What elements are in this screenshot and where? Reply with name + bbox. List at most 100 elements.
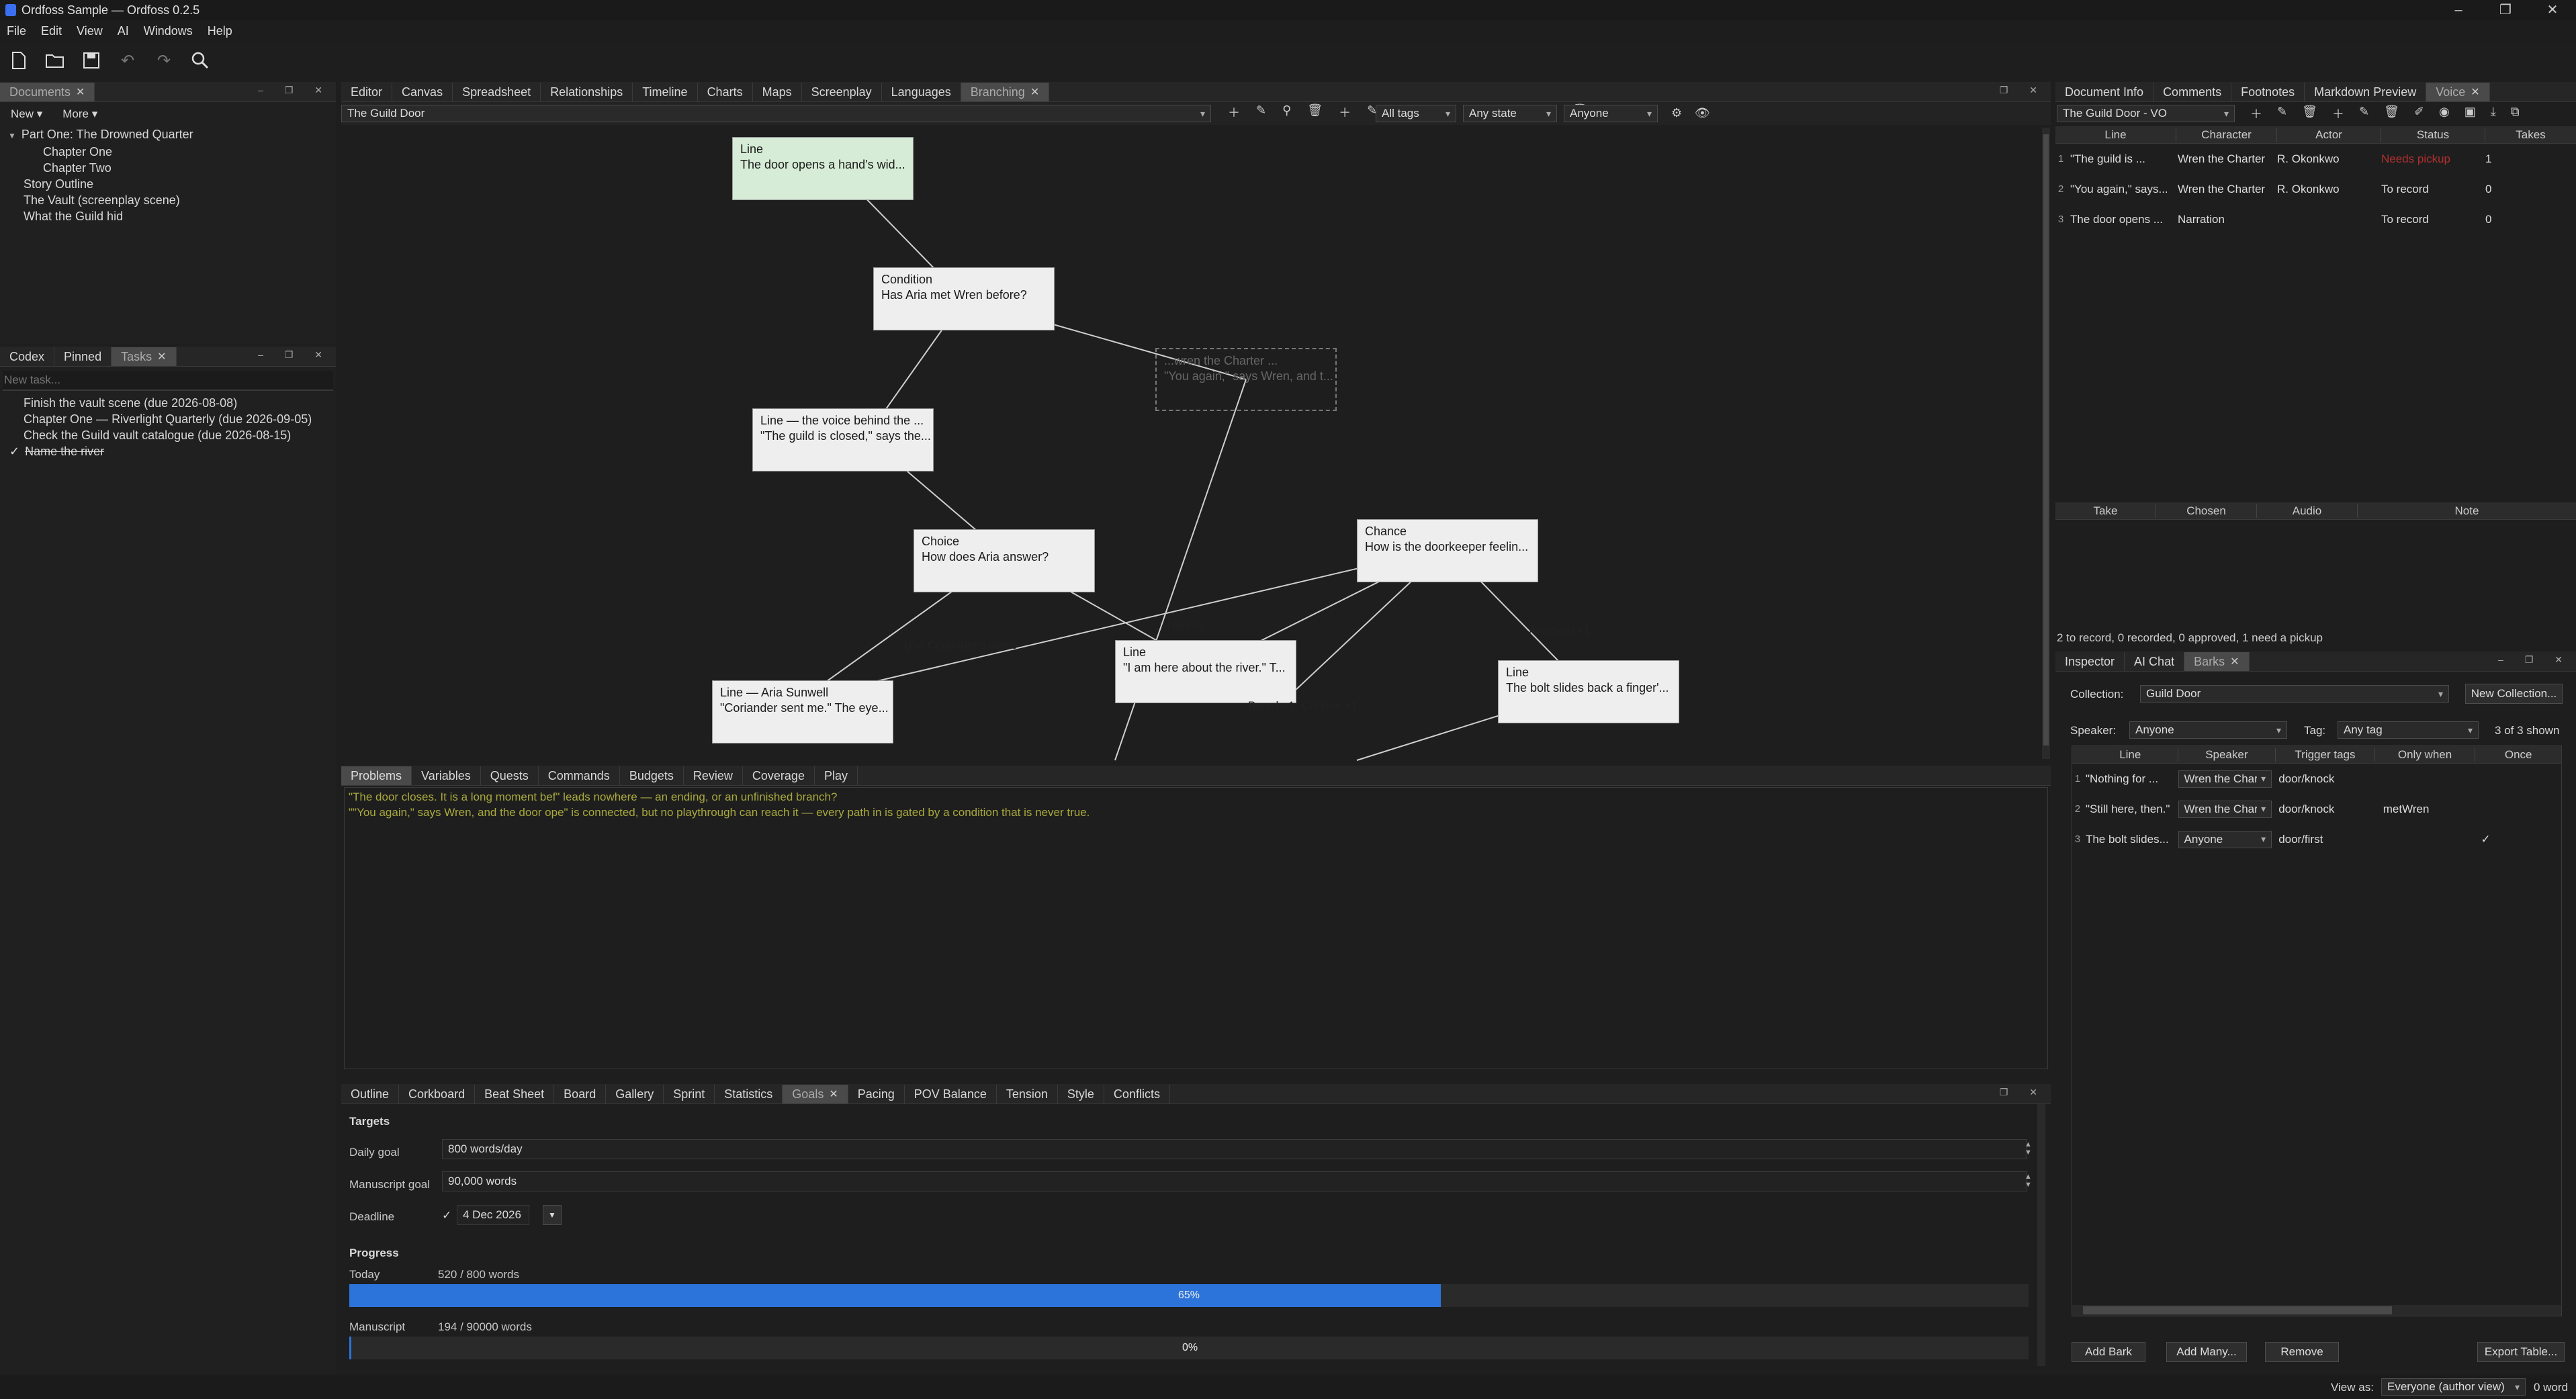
tab-corkboard[interactable]: Corkboard — [399, 1085, 476, 1103]
view-as-selector[interactable]: Everyone (author view) — [2381, 1378, 2526, 1396]
tab-pov-balance[interactable]: POV Balance — [905, 1085, 997, 1103]
node-condition[interactable]: Condition Has Aria met Wren before? — [873, 267, 1055, 330]
tab-voice[interactable]: Voice ✕ — [2426, 83, 2490, 101]
table-row[interactable]: 1 "Nothing for ... Wren the Char door/kn… — [2072, 764, 2561, 794]
tab-style[interactable]: Style — [1058, 1085, 1104, 1103]
node-unreachable[interactable]: ...wren the Charter ... "You again," says… — [1155, 348, 1337, 411]
tab-gallery[interactable]: Gallery — [606, 1085, 664, 1103]
close-tab-icon[interactable]: ✕ — [2471, 85, 2479, 99]
tag-filter[interactable]: Any tag — [2338, 721, 2479, 739]
table-row[interactable]: 1 "The guild is ... Wren the Charter R. … — [2055, 144, 2576, 174]
table-row[interactable]: 2 "Still here, then." Wren the Char door… — [2072, 794, 2561, 824]
tab-inspector[interactable]: Inspector — [2055, 652, 2125, 671]
table-row[interactable]: 2 "You again," says... Wren the Charter … — [2055, 174, 2576, 204]
export-table-button[interactable]: Export Table... — [2477, 1342, 2565, 1362]
tab-document-info[interactable]: Document Info — [2055, 83, 2154, 101]
once-checkbox[interactable]: ✓ — [2475, 833, 2561, 846]
speaker-dropdown[interactable]: Anyone — [2178, 830, 2272, 848]
add-many-button[interactable]: Add Many... — [2166, 1342, 2247, 1362]
horizontal-scrollbar[interactable] — [2072, 1305, 2561, 1316]
tab-beat-sheet[interactable]: Beat Sheet — [475, 1085, 555, 1103]
add-icon[interactable]: ＋ — [2250, 105, 2262, 122]
tab-conflicts[interactable]: Conflicts — [1104, 1085, 1170, 1103]
manuscript-progress-label: Manuscript — [349, 1320, 406, 1333]
manuscript-goal-field[interactable]: 90,000 words — [442, 1171, 2027, 1191]
node-line[interactable]: Line — the voice behind the ... "The guil… — [752, 408, 934, 471]
voice-panel: Document Info Comments Footnotes Markdow… — [2055, 82, 2576, 649]
tab-footnotes[interactable]: Footnotes — [2231, 83, 2305, 101]
image-icon[interactable]: ▣ — [2464, 105, 2476, 122]
tab-problems[interactable]: Problems — [341, 766, 412, 785]
node-chance[interactable]: Chance How is the doorkeeper feelin... — [1357, 519, 1538, 582]
panel-controls[interactable]: ‒ ❐ ✕ — [2498, 654, 2572, 666]
node-line[interactable]: Line The door opens a hand's wid... — [732, 137, 914, 200]
import-icon[interactable]: ⤓ — [2491, 105, 2496, 122]
barks-table: Line Speaker Trigger tags Only when Once… — [2072, 746, 2562, 1316]
add-take-icon[interactable]: ＋ — [2332, 105, 2344, 122]
tab-variables[interactable]: Variables — [412, 766, 481, 785]
tab-comments[interactable]: Comments — [2153, 83, 2232, 101]
problem-message[interactable]: ""You again," says Wren, and the door op… — [349, 805, 2043, 820]
node-line[interactable]: Line — Aria Sunwell "Coriander sent me." … — [712, 680, 893, 743]
tab-markdown-preview[interactable]: Markdown Preview — [2305, 83, 2427, 101]
tab-commands[interactable]: Commands — [539, 766, 620, 785]
problems-panel: Problems Variables Quests Commands Budge… — [341, 766, 2051, 1081]
copy-icon[interactable]: ⧉ — [2511, 105, 2520, 122]
deadline-date-field[interactable]: 4 Dec 2026 — [457, 1205, 529, 1225]
manuscript-goal-label: Manuscript goal — [349, 1178, 431, 1191]
speaker-label: Speaker: — [2070, 724, 2117, 737]
edit-take-icon[interactable]: ✎ — [2359, 105, 2369, 122]
voice-table: 1 "The guild is ... Wren the Charter R. … — [2055, 144, 2576, 234]
collection-selector[interactable]: Guild Door — [2140, 685, 2449, 703]
delete-take-icon[interactable]: 🗑 — [2384, 105, 2399, 122]
tab-outline[interactable]: Outline — [341, 1085, 400, 1103]
node-line[interactable]: Line The bolt slides back a finger'... — [1498, 660, 1679, 723]
status-cell[interactable]: To record — [2377, 213, 2481, 226]
calendar-dropdown-icon[interactable]: ▼ — [543, 1205, 562, 1225]
targets-heading: Targets — [349, 1115, 390, 1128]
edge-label: Annoyed ×1 — [1529, 624, 1591, 637]
problem-message[interactable]: "The door closes. It is a long moment be… — [349, 789, 2043, 805]
table-row[interactable]: 3 The bolt slides... Anyone door/first ✓ — [2072, 824, 2561, 854]
spin-arrows-icon[interactable]: ▲ ▼ — [2025, 1173, 2032, 1189]
scrollbar[interactable] — [2037, 1104, 2045, 1366]
speaker-filter[interactable]: Anyone — [2129, 721, 2287, 739]
tab-goals[interactable]: Goals ✕ — [783, 1085, 848, 1103]
table-row[interactable]: 3 The door opens ... Narration To record… — [2055, 204, 2576, 234]
tab-sprint[interactable]: Sprint — [664, 1085, 715, 1103]
tab-barks[interactable]: Barks ✕ — [2184, 652, 2250, 671]
panel-controls[interactable]: ❐ ✕ — [2000, 1087, 2047, 1098]
record-icon[interactable]: ◉ — [2439, 105, 2450, 122]
close-tab-icon[interactable]: ✕ — [829, 1087, 838, 1101]
voice-script-selector[interactable]: The Guild Door - VO — [2057, 105, 2235, 122]
new-collection-button[interactable]: New Collection... — [2465, 684, 2563, 704]
daily-goal-field[interactable]: 800 words/day — [442, 1139, 2027, 1159]
today-progress-text: 65% — [1178, 1290, 1200, 1301]
tab-board[interactable]: Board — [554, 1085, 607, 1103]
spin-arrows-icon[interactable]: ▲ ▼ — [2025, 1140, 2032, 1157]
node-choice[interactable]: Choice How does Aria answer? — [914, 529, 1095, 592]
tab-ai-chat[interactable]: AI Chat — [2125, 652, 2185, 671]
status-cell[interactable]: To record — [2377, 183, 2481, 196]
deadline-checkbox[interactable]: ✓ — [442, 1209, 451, 1222]
status-cell[interactable]: Needs pickup — [2377, 152, 2481, 166]
edge-label: Honest — [1167, 619, 1204, 631]
tab-play[interactable]: Play — [815, 766, 858, 785]
speaker-dropdown[interactable]: Wren the Char — [2178, 800, 2272, 818]
remove-button[interactable]: Remove — [2265, 1342, 2339, 1362]
add-bark-button[interactable]: Add Bark — [2072, 1342, 2145, 1362]
brush-icon[interactable]: ✐ — [2414, 105, 2424, 122]
tab-coverage[interactable]: Coverage — [743, 766, 815, 785]
tab-budgets[interactable]: Budgets — [620, 766, 684, 785]
tab-pacing[interactable]: Pacing — [848, 1085, 905, 1103]
tab-quests[interactable]: Quests — [481, 766, 539, 785]
tab-review[interactable]: Review — [684, 766, 743, 785]
tab-statistics[interactable]: Statistics — [715, 1085, 783, 1103]
node-line[interactable]: Line "I am here about the river." T... — [1115, 640, 1296, 703]
delete-icon[interactable]: 🗑 — [2302, 105, 2317, 122]
close-tab-icon[interactable]: ✕ — [2230, 655, 2239, 668]
today-progress-bar: 65% — [349, 1284, 2029, 1307]
speaker-dropdown[interactable]: Wren the Char — [2178, 770, 2272, 788]
tab-tension[interactable]: Tension — [997, 1085, 1058, 1103]
edit-icon[interactable]: ✎ — [2277, 105, 2287, 122]
